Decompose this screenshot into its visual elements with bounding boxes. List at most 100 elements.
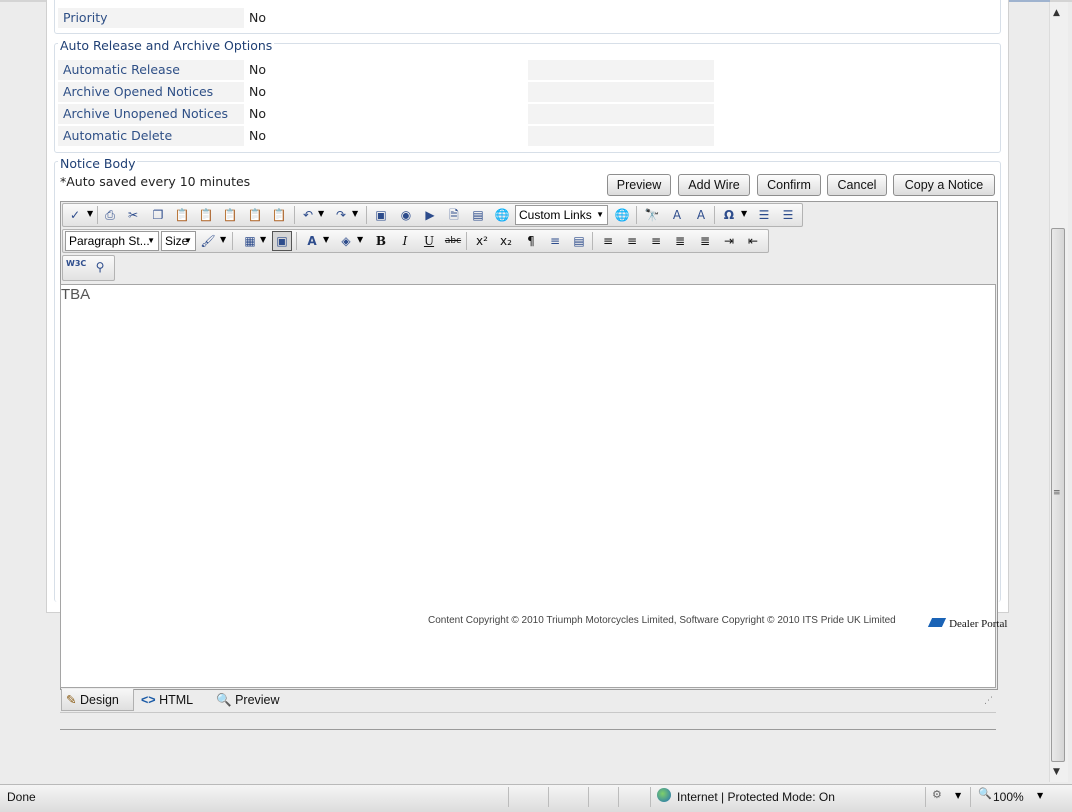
archive-unopened-value: No	[249, 106, 266, 121]
document-manager-icon[interactable]: 🗎	[445, 206, 463, 224]
status-separator	[508, 787, 509, 807]
automatic-delete-extra	[528, 126, 714, 146]
protected-mode-icon[interactable]: ⚙	[932, 788, 942, 801]
font-size-dropdown[interactable]: Size ▼	[161, 231, 196, 251]
insert-date-icon[interactable]: ▤	[570, 232, 588, 250]
paste-text-icon[interactable]: 📋	[221, 206, 239, 224]
chevron-down-icon: ▼	[147, 236, 155, 245]
convert-case-icon[interactable]: A	[692, 206, 710, 224]
print-icon[interactable]: ⎙	[101, 206, 119, 224]
find-replace-icon[interactable]: 🔭	[643, 206, 661, 224]
undo-dropdown-icon[interactable]: ▼	[318, 209, 324, 218]
xhtml-validator-icon[interactable]: ⚲	[91, 258, 109, 276]
tab-design[interactable]: ✎ Design	[61, 689, 134, 711]
protected-mode-dropdown-icon[interactable]: ▼	[955, 791, 961, 800]
dealer-portal-logo-text: Dealer Portal	[949, 618, 1008, 630]
flash-manager-icon[interactable]: ◉	[397, 206, 415, 224]
status-separator	[650, 787, 651, 807]
insert-table-icon[interactable]: ▦	[241, 232, 259, 250]
highlight-color-icon[interactable]: ◈	[337, 232, 355, 250]
remove-alignment-icon[interactable]: ≣	[696, 232, 714, 250]
outdent-icon[interactable]: ⇤	[744, 232, 762, 250]
scroll-grip-icon: ≡	[1053, 488, 1061, 498]
toolbar-separator	[466, 232, 467, 250]
tab-html[interactable]: <> HTML	[141, 689, 193, 711]
horizontal-rule-icon[interactable]: ≡	[546, 232, 564, 250]
editor-content-area[interactable]	[60, 284, 996, 688]
undo-icon[interactable]: ↶	[299, 206, 317, 224]
paragraph-style-dropdown[interactable]: Paragraph St... ▼	[65, 231, 159, 251]
format-painter-icon[interactable]: 🖌	[199, 232, 217, 250]
italic-icon[interactable]: I	[396, 232, 414, 250]
copy-icon[interactable]: ❐	[149, 206, 167, 224]
strikethrough-icon[interactable]: abc	[444, 232, 462, 250]
paste-icon[interactable]: 📋	[173, 206, 191, 224]
special-characters-icon[interactable]: Ω	[720, 206, 738, 224]
editor-mode-tabs	[60, 688, 996, 713]
status-separator	[925, 787, 926, 807]
copy-notice-button[interactable]: Copy a Notice	[893, 174, 995, 196]
superscript-icon[interactable]: x²	[473, 232, 491, 250]
archive-opened-value: No	[249, 84, 266, 99]
priority-label: Priority	[58, 8, 244, 28]
remove-link-icon[interactable]: 🌐	[613, 206, 631, 224]
font-color-dropdown-icon[interactable]: ▼	[323, 235, 329, 244]
paste-word-icon[interactable]: 📋	[197, 206, 215, 224]
underline-icon[interactable]: U	[420, 232, 438, 250]
add-wire-button[interactable]: Add Wire	[678, 174, 750, 196]
archive-opened-extra	[528, 82, 714, 102]
hyperlink-manager-icon[interactable]: 🌐	[493, 206, 511, 224]
spellcheck-dropdown-icon[interactable]: ▼	[87, 209, 93, 218]
confirm-button[interactable]: Confirm	[757, 174, 821, 196]
paste-plain-icon[interactable]: 📋	[270, 206, 288, 224]
archive-opened-label: Archive Opened Notices	[58, 82, 244, 102]
scroll-up-icon[interactable]: ▲	[1053, 8, 1060, 18]
align-left-icon[interactable]: ≡	[599, 232, 617, 250]
chevron-down-icon: ▼	[184, 236, 192, 245]
format-stripper-icon[interactable]: A	[668, 206, 686, 224]
highlight-dropdown-icon[interactable]: ▼	[357, 235, 363, 244]
template-manager-icon[interactable]: ▤	[469, 206, 487, 224]
preview-button[interactable]: Preview	[607, 174, 671, 196]
toolbar-separator	[714, 206, 715, 224]
paragraph-icon[interactable]: ¶	[522, 232, 540, 250]
format-dropdown-icon[interactable]: ▼	[220, 235, 226, 244]
redo-dropdown-icon[interactable]: ▼	[352, 209, 358, 218]
spellcheck-icon[interactable]: ✓	[66, 206, 84, 224]
resize-grip-icon[interactable]: ⋰	[984, 696, 993, 706]
custom-links-dropdown[interactable]: Custom Links ▼	[515, 205, 608, 225]
indent-icon[interactable]: ⇥	[720, 232, 738, 250]
code-icon: <>	[141, 693, 156, 707]
cancel-button[interactable]: Cancel	[827, 174, 887, 196]
align-right-icon[interactable]: ≡	[647, 232, 665, 250]
tab-design-label: Design	[79, 693, 119, 707]
cut-icon[interactable]: ✂	[124, 206, 142, 224]
media-manager-icon[interactable]: ▶	[421, 206, 439, 224]
scroll-down-icon[interactable]: ▼	[1053, 767, 1060, 777]
security-zone-text: Internet | Protected Mode: On	[677, 790, 835, 804]
paste-html-icon[interactable]: 📋	[246, 206, 264, 224]
redo-icon[interactable]: ↷	[332, 206, 350, 224]
w3c-validator-icon[interactable]: W3C	[66, 259, 86, 268]
image-manager-icon[interactable]: ▣	[372, 206, 390, 224]
zoom-dropdown-icon[interactable]: ▼	[1037, 791, 1043, 800]
bulleted-list-icon[interactable]: ☰	[779, 206, 797, 224]
align-center-icon[interactable]: ≡	[623, 232, 641, 250]
table-dropdown-icon[interactable]: ▼	[260, 235, 266, 244]
justify-icon[interactable]: ≣	[671, 232, 689, 250]
tab-preview[interactable]: 🔍 Preview	[216, 689, 280, 711]
show-borders-icon[interactable]: ▣	[272, 231, 292, 251]
custom-links-label: Custom Links	[519, 208, 592, 222]
tab-preview-label: Preview	[235, 693, 280, 707]
numbered-list-icon[interactable]: ☰	[755, 206, 773, 224]
special-characters-dropdown-icon[interactable]: ▼	[741, 209, 747, 218]
auto-release-legend: Auto Release and Archive Options	[58, 38, 275, 53]
font-color-icon[interactable]: A	[303, 232, 321, 250]
zoom-level[interactable]: 100%	[993, 785, 1024, 809]
dealer-portal-logo: Dealer Portal	[927, 612, 1008, 631]
bold-icon[interactable]: B	[372, 232, 390, 250]
subscript-icon[interactable]: x₂	[497, 232, 515, 250]
automatic-release-label: Automatic Release	[58, 60, 244, 80]
status-bar	[0, 784, 1072, 812]
zoom-icon[interactable]: 🔍	[978, 787, 992, 800]
